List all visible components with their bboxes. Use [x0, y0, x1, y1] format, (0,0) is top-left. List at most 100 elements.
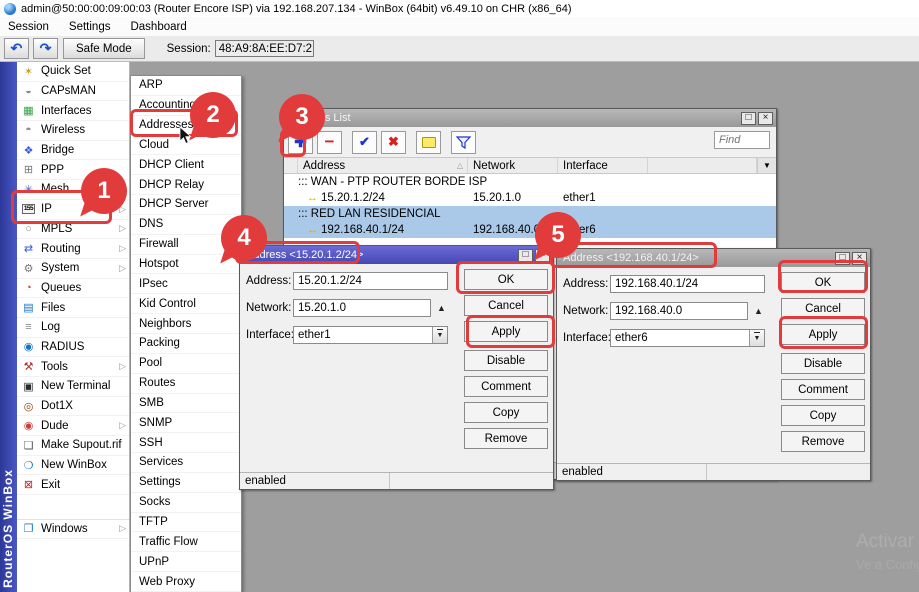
remove-button[interactable]: − [317, 131, 342, 154]
comment-button[interactable] [416, 131, 441, 154]
submenu-item-dhcp-client[interactable]: DHCP Client [131, 155, 241, 175]
column-options-button[interactable]: ▼ [757, 158, 776, 173]
submenu-item-routes[interactable]: Routes [131, 374, 241, 394]
chevron-right-icon: ▷ [119, 243, 126, 254]
submenu-item-pool[interactable]: Pool [131, 354, 241, 374]
address-label: Address: [563, 278, 610, 290]
table-row-comment-lan[interactable]: ::: RED LAN RESIDENCIAL [284, 206, 776, 222]
mouse-cursor [179, 126, 192, 145]
chevron-right-icon: ▷ [119, 523, 126, 534]
chevron-right-icon: ▷ [119, 223, 126, 234]
submenu-item-snmp[interactable]: SNMP [131, 413, 241, 433]
sidebar-item-interfaces[interactable]: ▦Interfaces [17, 101, 129, 121]
activation-watermark-line2: Ve a Config [856, 557, 919, 572]
redo-button[interactable]: ↷ [33, 38, 58, 59]
combo-dropdown-icon[interactable]: ▼ [749, 330, 764, 346]
wireless-antenna-icon: ◓ [20, 124, 37, 136]
interface-field[interactable] [610, 329, 765, 347]
submenu-item-upnp[interactable]: UPnP [131, 552, 241, 572]
interface-field[interactable] [293, 326, 448, 344]
menu-dashboard[interactable]: Dashboard [130, 21, 186, 33]
menu-session[interactable]: Session [8, 21, 49, 33]
sidebar-item-wireless[interactable]: ◓Wireless [17, 121, 129, 141]
sidebar-item-windows[interactable]: ❐Windows▷ [17, 519, 129, 539]
sidebar-item-radius[interactable]: ◉RADIUS [17, 338, 129, 358]
network-field[interactable] [293, 299, 431, 317]
submenu-item-ssh[interactable]: SSH [131, 433, 241, 453]
interface-column-header[interactable]: Interface [558, 158, 648, 173]
submenu-item-smb[interactable]: SMB [131, 394, 241, 414]
safe-mode-button[interactable]: Safe Mode [63, 38, 145, 59]
sidebar-item-dude[interactable]: ◉Dude▷ [17, 416, 129, 436]
submenu-item-tftp[interactable]: TFTP [131, 513, 241, 533]
comment-button[interactable]: Comment [781, 379, 865, 400]
network-column-header[interactable]: Network [468, 158, 558, 173]
sidebar-item-tools[interactable]: ⚒Tools▷ [17, 357, 129, 377]
submenu-item-kid-control[interactable]: Kid Control [131, 294, 241, 314]
menu-settings[interactable]: Settings [69, 21, 111, 33]
interface-label: Interface: [246, 329, 293, 341]
sidebar-item-capsman[interactable]: ◒CAPsMAN [17, 82, 129, 102]
table-row-address-1[interactable]: ↔15.20.1.2/24 15.20.1.0 ether1 [284, 190, 776, 206]
sidebar-item-log[interactable]: ≡Log [17, 318, 129, 338]
undo-button[interactable]: ↶ [4, 38, 29, 59]
close-icon[interactable]: × [758, 112, 773, 125]
combo-dropdown-icon[interactable]: ▼ [432, 327, 447, 343]
copy-button[interactable]: Copy [464, 402, 548, 423]
submenu-item-arp[interactable]: ARP [131, 76, 241, 96]
address-field[interactable] [610, 275, 765, 293]
submenu-item-services[interactable]: Services [131, 453, 241, 473]
cancel-button[interactable]: Cancel [464, 295, 548, 316]
disable-button[interactable]: Disable [781, 353, 865, 374]
copy-button[interactable]: Copy [781, 405, 865, 426]
sidebar-item-routing[interactable]: ⇄Routing▷ [17, 239, 129, 259]
maximize-button[interactable]: □ [741, 112, 756, 125]
submenu-item-settings[interactable]: Settings [131, 473, 241, 493]
empty-column-header [648, 158, 757, 173]
collapse-up-icon[interactable]: ▲ [754, 306, 763, 316]
table-row-comment-wan[interactable]: ::: WAN - PTP ROUTER BORDE ISP [284, 174, 776, 190]
address-column-header[interactable]: Address△ [298, 158, 468, 173]
dot1x-icon: ◎ [20, 400, 37, 413]
sidebar-item-system[interactable]: ⚙System▷ [17, 259, 129, 279]
comment-button[interactable]: Comment [464, 376, 548, 397]
address-field[interactable] [293, 272, 448, 290]
interface-label: Interface: [563, 332, 610, 344]
find-input[interactable] [714, 131, 770, 149]
submenu-item-dhcp-server[interactable]: DHCP Server [131, 195, 241, 215]
sidebar-item-make-supout[interactable]: ❏Make Supout.rif [17, 436, 129, 456]
sidebar-item-dot1x[interactable]: ◎Dot1X [17, 397, 129, 417]
submenu-item-dhcp-relay[interactable]: DHCP Relay [131, 175, 241, 195]
sidebar-item-new-winbox[interactable]: ❍New WinBox [17, 456, 129, 476]
sidebar-item-quick-set[interactable]: ✶Quick Set [17, 62, 129, 82]
session-label: Session: [167, 43, 211, 55]
remove-button[interactable]: Remove [464, 428, 548, 449]
sidebar-item-queues[interactable]: ◔Queues [17, 279, 129, 299]
interface-combo[interactable]: ▼ [293, 326, 448, 344]
main-toolbar: ↶ ↷ Safe Mode Session: [0, 36, 919, 62]
submenu-item-web-proxy[interactable]: Web Proxy [131, 572, 241, 592]
session-input[interactable] [215, 40, 314, 57]
flag-column-header[interactable] [284, 158, 298, 173]
interface-combo[interactable]: ▼ [610, 329, 765, 347]
sidebar-item-files[interactable]: ▤Files [17, 298, 129, 318]
sidebar-item-bridge[interactable]: ❖Bridge [17, 141, 129, 161]
sidebar-item-new-terminal[interactable]: ▣New Terminal [17, 377, 129, 397]
submenu-item-packing[interactable]: Packing [131, 334, 241, 354]
filter-button[interactable] [451, 131, 476, 154]
submenu-item-ipsec[interactable]: IPsec [131, 274, 241, 294]
submenu-item-socks[interactable]: Socks [131, 493, 241, 513]
enable-button[interactable]: ✔ [352, 131, 377, 154]
table-row-address-2[interactable]: ↔192.168.40.1/24 192.168.40.0 ether6 [284, 222, 776, 238]
collapse-up-icon[interactable]: ▲ [437, 303, 446, 313]
exit-icon: ⊠ [20, 478, 37, 491]
disable-button[interactable]: ✖ [381, 131, 406, 154]
network-field[interactable] [610, 302, 748, 320]
sidebar-item-exit[interactable]: ⊠Exit [17, 475, 129, 495]
annotation-box-ok-2 [778, 260, 868, 293]
submenu-item-traffic-flow[interactable]: Traffic Flow [131, 532, 241, 552]
maximize-button[interactable]: □ [518, 249, 533, 262]
remove-button[interactable]: Remove [781, 431, 865, 452]
submenu-item-neighbors[interactable]: Neighbors [131, 314, 241, 334]
disable-button[interactable]: Disable [464, 350, 548, 371]
